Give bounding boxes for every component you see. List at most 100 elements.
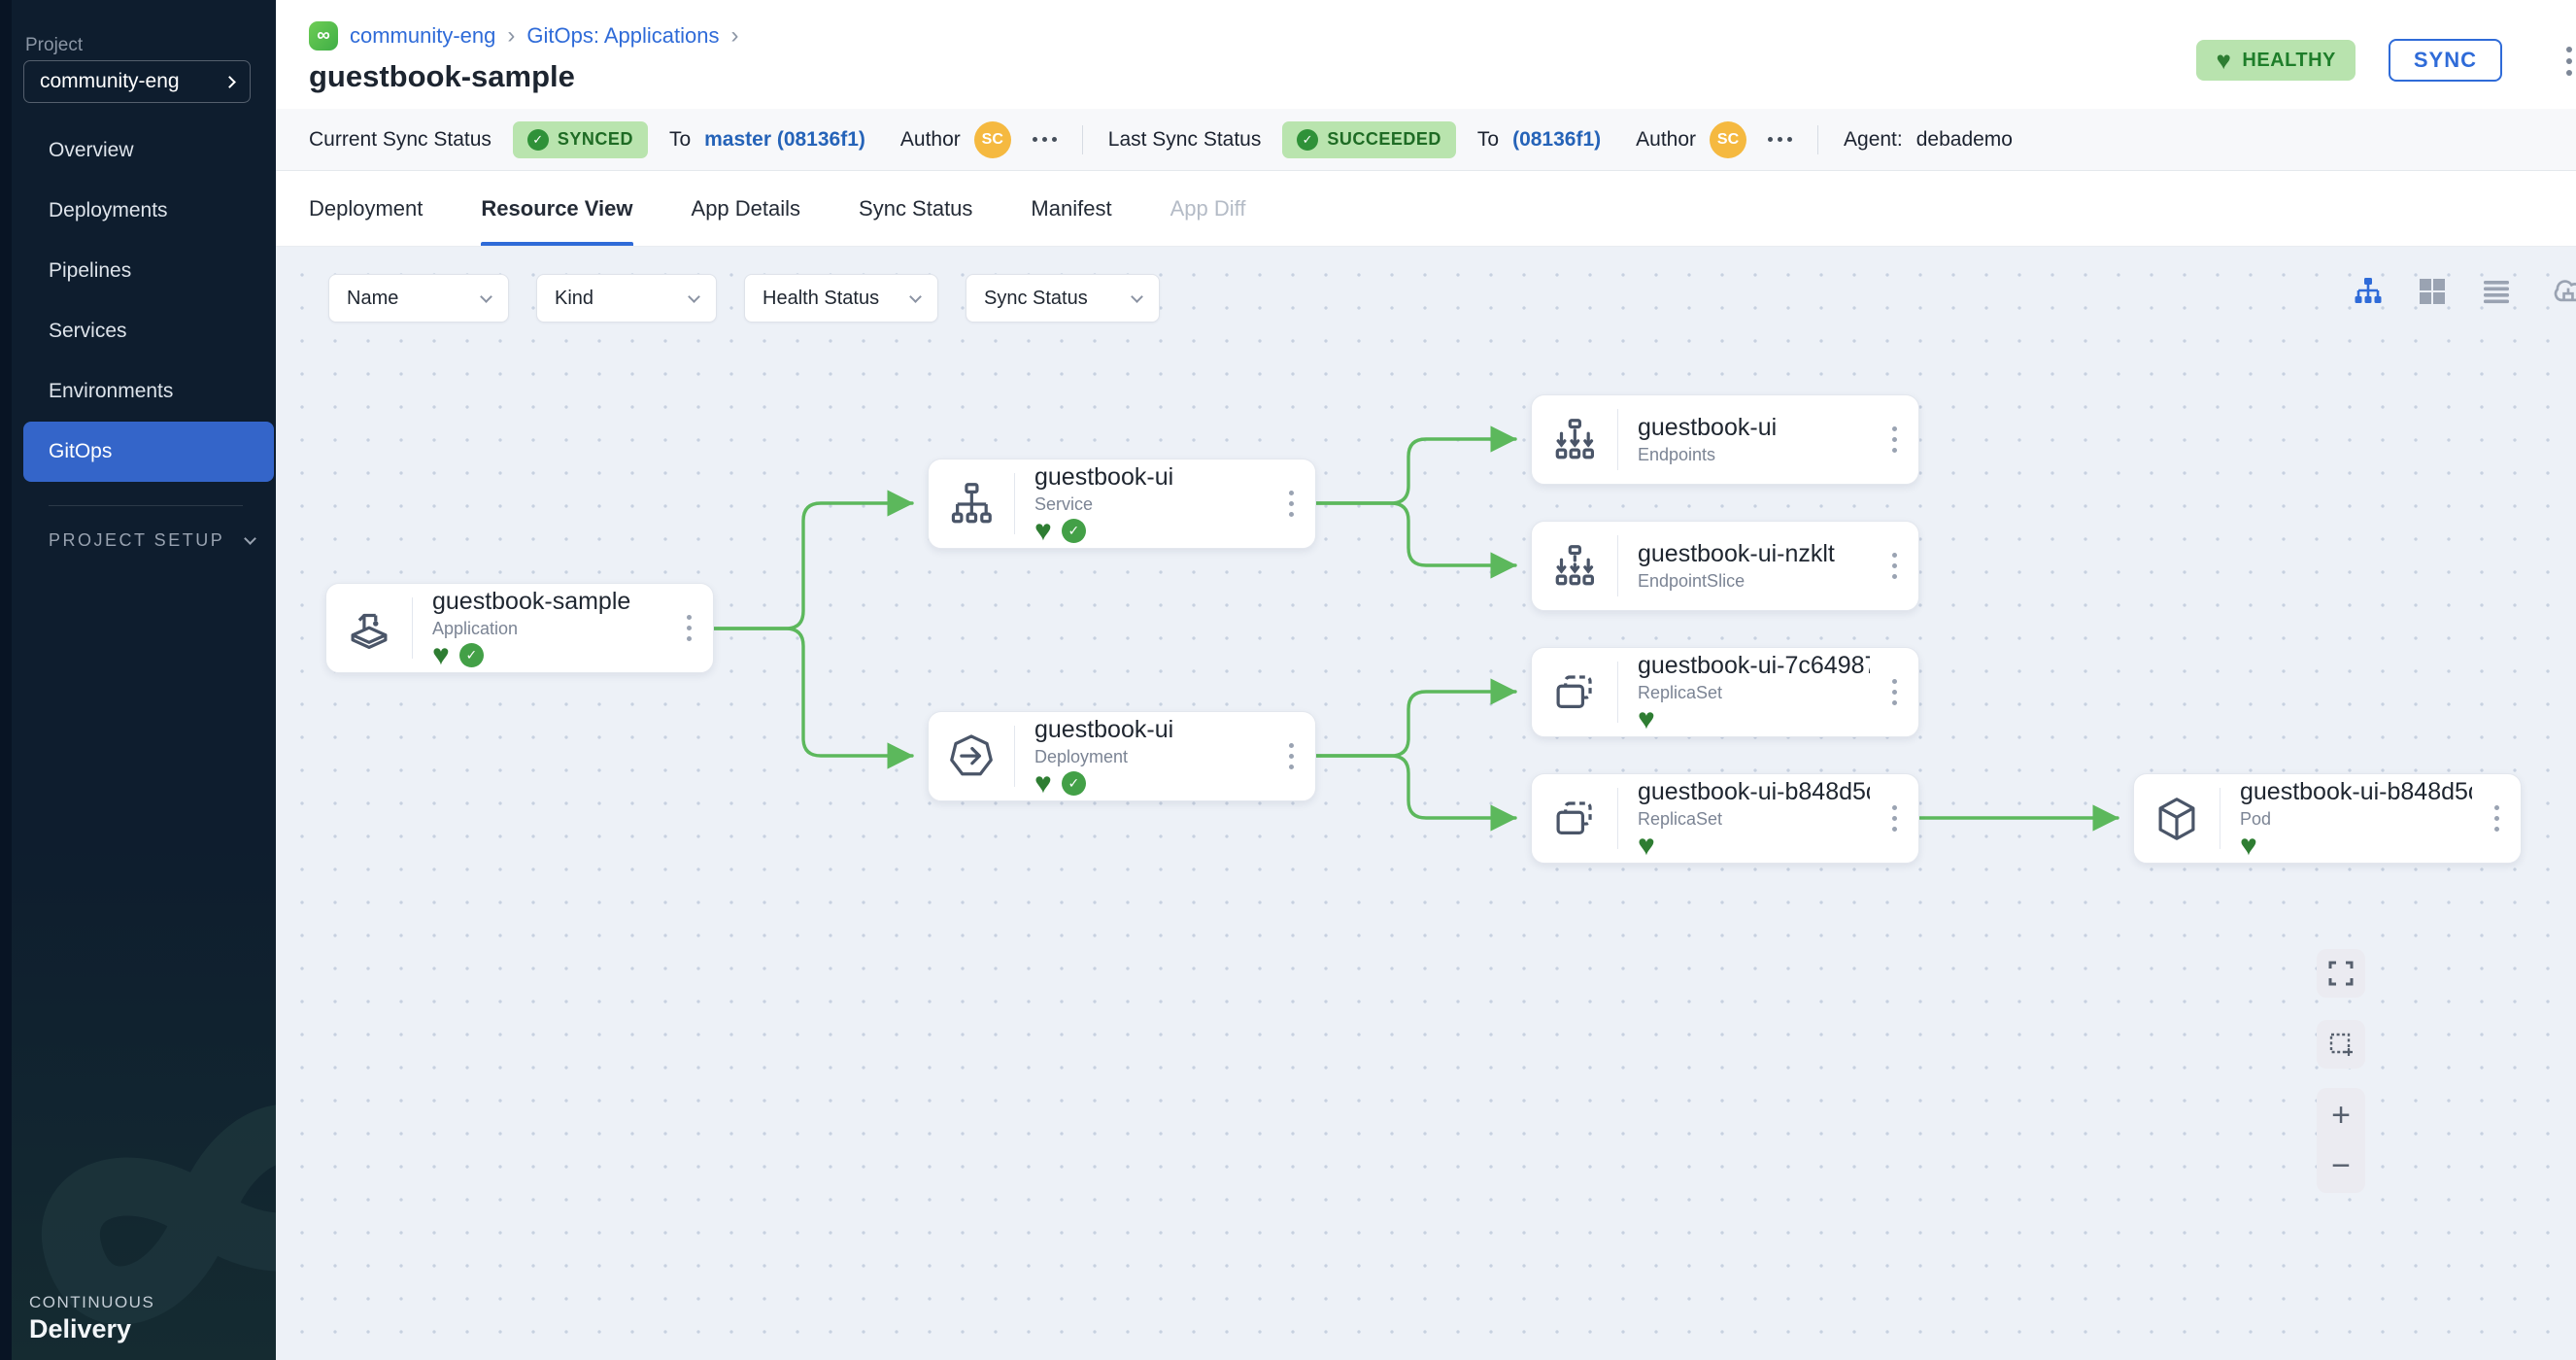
node-replicaset-guestbook-ui-7c64987dc9[interactable]: guestbook-ui-7c64987dc9 ReplicaSet ♥ — [1531, 647, 1919, 737]
chevron-down-icon — [480, 290, 492, 303]
node-replicaset-guestbook-ui-b848d5d9d[interactable]: guestbook-ui-b848d5d9d ReplicaSet ♥ — [1531, 773, 1919, 864]
clipped-canvas-icon[interactable] — [2549, 274, 2576, 309]
sidebar-item-overview[interactable]: Overview — [0, 120, 276, 181]
node-kebab-menu[interactable] — [1870, 553, 1918, 579]
succeeded-badge: ✓ SUCCEEDED — [1282, 121, 1456, 158]
to-label: To — [669, 128, 691, 152]
node-title: guestbook-ui — [1034, 716, 1267, 744]
sidebar-divider — [49, 505, 243, 506]
breadcrumb-project-link[interactable]: community-eng — [350, 23, 495, 49]
node-title: guestbook-ui-7c64987dc9 — [1638, 652, 1870, 680]
node-service-guestbook-ui[interactable]: guestbook-ui Service ♥ ✓ — [928, 459, 1316, 549]
sidebar-item-pipelines[interactable]: Pipelines — [0, 241, 276, 301]
sync-status-bar: Current Sync Status ✓ SYNCED To master (… — [276, 109, 2576, 171]
author-label: Author — [900, 128, 961, 152]
filter-name-dropdown[interactable]: Name — [328, 274, 509, 323]
node-pod-guestbook-ui-b848d5d9d[interactable]: guestbook-ui-b848d5d9... Pod ♥ — [2133, 773, 2522, 864]
node-title: guestbook-ui-nzklt — [1638, 540, 1870, 568]
main-area: ∞ community-eng › GitOps: Applications ›… — [276, 0, 2576, 1360]
to-label: To — [1477, 128, 1499, 152]
node-kebab-menu[interactable] — [664, 615, 713, 641]
node-deployment-guestbook-ui[interactable]: guestbook-ui Deployment ♥ ✓ — [928, 711, 1316, 801]
tab-sync-status[interactable]: Sync Status — [859, 171, 972, 246]
view-toggle-group — [2353, 276, 2512, 307]
current-sync-label: Current Sync Status — [309, 128, 491, 152]
healthy-heart-icon: ♥ — [1034, 771, 1052, 797]
header-kebab-menu[interactable] — [2566, 47, 2572, 76]
chevron-down-icon — [909, 290, 922, 303]
breadcrumb-applications-link[interactable]: GitOps: Applications — [526, 23, 719, 49]
agent-value: debademo — [1916, 128, 2013, 152]
zoom-in-button[interactable]: + — [2323, 1098, 2358, 1133]
node-kind: Application — [432, 619, 664, 639]
last-revision-link[interactable]: (08136f1) — [1512, 128, 1601, 152]
sidebar-item-services[interactable]: Services — [0, 301, 276, 361]
filter-health-status-dropdown[interactable]: Health Status — [744, 274, 938, 323]
app-tabs: Deployment Resource View App Details Syn… — [276, 171, 2576, 247]
healthy-heart-icon: ♥ — [1034, 519, 1052, 544]
marquee-zoom-button[interactable] — [2317, 1020, 2365, 1069]
tab-deployment[interactable]: Deployment — [309, 171, 423, 246]
node-kebab-menu[interactable] — [1870, 679, 1918, 705]
author-avatar[interactable]: SC — [974, 121, 1011, 158]
endpointslice-icon — [1532, 540, 1617, 593]
node-endpoints-guestbook-ui[interactable]: guestbook-ui Endpoints — [1531, 394, 1919, 485]
pod-icon — [2134, 793, 2220, 845]
heart-icon: ♥ — [2216, 48, 2231, 73]
application-icon — [326, 602, 412, 655]
sync-button[interactable]: SYNC — [2389, 39, 2502, 82]
node-kebab-menu[interactable] — [1267, 491, 1315, 517]
tab-app-details[interactable]: App Details — [692, 171, 801, 246]
divider — [1817, 125, 1818, 154]
healthy-heart-icon: ♥ — [1638, 833, 1655, 859]
node-kebab-menu[interactable] — [1870, 426, 1918, 453]
grid-view-icon[interactable] — [2417, 276, 2448, 307]
node-title: guestbook-ui — [1034, 463, 1267, 492]
tab-app-diff: App Diff — [1170, 171, 1246, 246]
healthy-heart-icon: ♥ — [2240, 833, 2257, 859]
node-endpointslice-guestbook-ui-nzklt[interactable]: guestbook-ui-nzklt EndpointSlice — [1531, 521, 1919, 611]
node-application-guestbook-sample[interactable]: guestbook-sample Application ♥ ✓ — [325, 583, 714, 673]
node-title: guestbook-ui — [1638, 414, 1870, 442]
sidebar-item-gitops[interactable]: GitOps — [23, 422, 274, 482]
tab-resource-view[interactable]: Resource View — [481, 171, 632, 246]
replicaset-icon — [1532, 793, 1617, 845]
fullscreen-button[interactable] — [2317, 949, 2365, 998]
author-label: Author — [1636, 128, 1696, 152]
zoom-control-panel: + − — [2317, 1088, 2365, 1193]
page-header: ∞ community-eng › GitOps: Applications ›… — [276, 0, 2576, 109]
tab-manifest[interactable]: Manifest — [1031, 171, 1111, 246]
node-kind: EndpointSlice — [1638, 571, 1870, 592]
node-kebab-menu[interactable] — [1267, 743, 1315, 769]
node-kind: Endpoints — [1638, 445, 1870, 465]
list-view-icon[interactable] — [2481, 276, 2512, 307]
project-setup-toggle[interactable]: PROJECT SETUP — [49, 530, 254, 551]
module-logo-line2: Delivery — [29, 1314, 154, 1344]
sidebar-item-deployments[interactable]: Deployments — [0, 181, 276, 241]
author-avatar[interactable]: SC — [1710, 121, 1746, 158]
tree-view-icon[interactable] — [2353, 276, 2384, 307]
healthy-heart-icon: ♥ — [1638, 707, 1655, 732]
current-revision-link[interactable]: master (08136f1) — [704, 128, 865, 152]
sidebar-item-environments[interactable]: Environments — [0, 361, 276, 422]
endpoints-icon — [1532, 414, 1617, 466]
sidebar: Project community-eng Overview Deploymen… — [0, 0, 276, 1360]
deployment-icon — [929, 731, 1014, 783]
last-sync-kebab-menu[interactable] — [1768, 137, 1792, 142]
project-selector-value: community-eng — [40, 70, 180, 93]
current-sync-kebab-menu[interactable] — [1033, 137, 1057, 142]
node-kebab-menu[interactable] — [1870, 805, 1918, 832]
resource-graph-canvas[interactable]: Name Kind Health Status Sync Status — [276, 247, 2576, 1360]
filter-sync-status-dropdown[interactable]: Sync Status — [966, 274, 1160, 323]
filter-kind-dropdown[interactable]: Kind — [536, 274, 717, 323]
synced-check-icon: ✓ — [1062, 519, 1086, 543]
project-selector[interactable]: community-eng — [23, 60, 251, 103]
agent-label: Agent: — [1844, 128, 1903, 152]
gitops-app-icon: ∞ — [309, 21, 338, 51]
node-kebab-menu[interactable] — [2472, 805, 2521, 832]
node-kind: ReplicaSet — [1638, 809, 1870, 830]
check-circle-icon: ✓ — [1297, 129, 1318, 151]
breadcrumb-separator: › — [507, 22, 515, 50]
chevron-down-icon — [688, 290, 700, 303]
zoom-out-button[interactable]: − — [2323, 1148, 2358, 1183]
